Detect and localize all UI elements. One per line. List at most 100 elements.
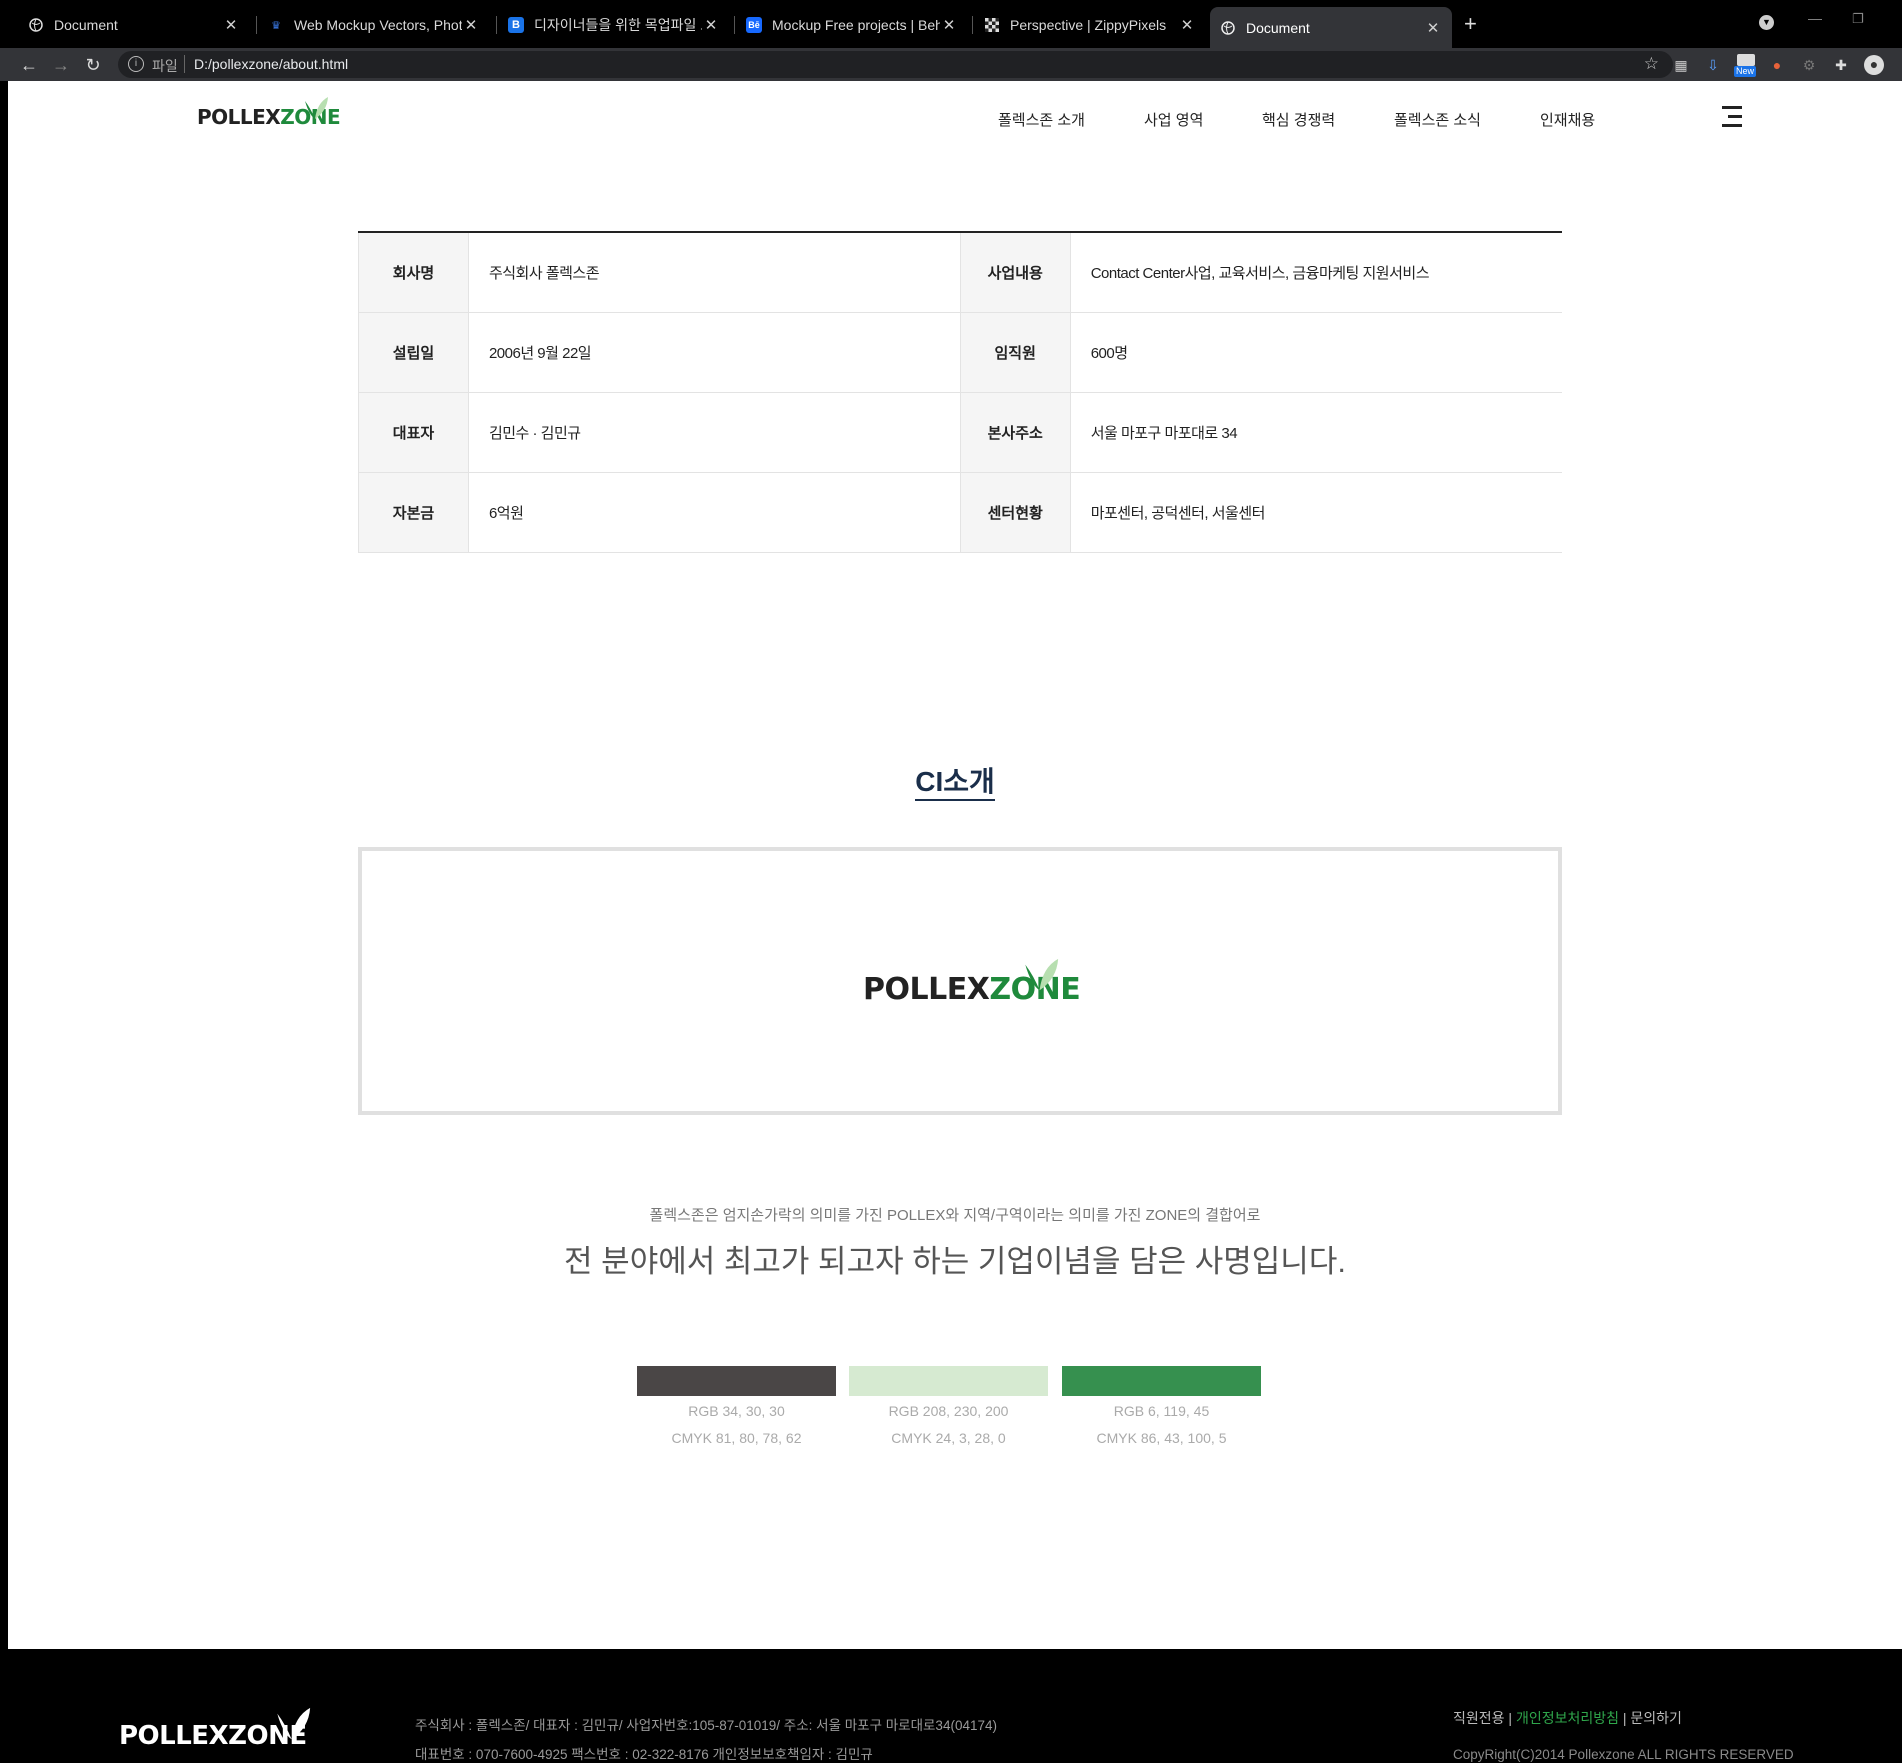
footer-link-privacy[interactable]: 개인정보처리방침 <box>1516 1710 1619 1726</box>
ci-title-text: CI소개 <box>915 766 995 801</box>
browser-tab[interactable]: Bē Mockup Free projects | Behance ✕ <box>736 8 968 42</box>
tab-close-icon[interactable]: ✕ <box>1178 16 1196 34</box>
ci-description-large: 전 분야에서 최고가 되고자 하는 기업이념을 담은 사명입니다. <box>564 1244 1346 1279</box>
info-label: 본사주소 <box>959 392 1071 473</box>
browser-tab-active[interactable]: Document ✕ <box>1210 7 1452 48</box>
info-value: Contact Center사업, 교육서비스, 금융마케팅 지원서비스 <box>1070 232 1562 313</box>
site-logo[interactable]: POLLEXZONE <box>197 97 341 129</box>
browser-tab[interactable]: B 디자이너들을 위한 목업파일 모음 ✕ <box>498 8 730 42</box>
tab-search-icon[interactable]: ▼ <box>1759 15 1774 30</box>
address-scheme: 파일 <box>152 58 178 74</box>
image-extension-icon[interactable]: ▦ <box>1672 56 1690 74</box>
orange-extension-icon[interactable]: ● <box>1768 56 1786 74</box>
color-rgb-label: RGB 6, 119, 45 <box>1113 1403 1210 1419</box>
info-value: 6억원 <box>468 472 961 553</box>
back-icon[interactable]: ← <box>18 54 40 76</box>
reload-icon[interactable]: ↻ <box>82 54 104 76</box>
tab-close-icon[interactable]: ✕ <box>222 16 240 34</box>
ci-description-small: 폴렉스존은 엄지손가락의 의미를 가진 POLLEX와 지역/구역이라는 의미를… <box>649 1207 1261 1224</box>
site-header: POLLEXZONE 폴렉스존 소개 사업 영역 핵심 경쟁력 폴렉스존 소식 … <box>8 81 1902 201</box>
tab-title: 디자이너들을 위한 목업파일 모음 <box>534 17 702 33</box>
address-bar[interactable]: i 파일 D:/pollexzone/about.html ☆ <box>118 51 1673 78</box>
info-label: 자본금 <box>358 472 469 553</box>
forward-icon[interactable]: → <box>50 54 72 76</box>
ci-logo: POLLEXZONE <box>863 958 1081 1007</box>
tab-close-icon[interactable]: ✕ <box>702 16 720 34</box>
footer-link-separator: | <box>1622 1710 1627 1726</box>
new-badge: New <box>1734 66 1757 77</box>
info-table-row: 설립일 2006년 9월 22일 임직원 600명 <box>358 312 1562 393</box>
new-extension-icon[interactable]: New <box>1734 54 1760 77</box>
footer-company-info: 주식회사 : 폴렉스존/ 대표자 : 김민규/ 사업자번호:105-87-010… <box>415 1718 997 1733</box>
footer-links: 직원전용 | 개인정보처리방침 | 문의하기 <box>1453 1708 1682 1728</box>
color-swatch-light-green <box>849 1366 1048 1396</box>
address-url[interactable]: D:/pollexzone/about.html <box>194 56 348 72</box>
info-label: 회사명 <box>358 232 469 313</box>
footer-link-contact[interactable]: 문의하기 <box>1630 1710 1682 1726</box>
bookmark-star-icon[interactable]: ☆ <box>1644 54 1659 74</box>
browser-tab[interactable]: Perspective | ZippyPixels ✕ <box>974 8 1206 42</box>
info-table-row: 자본금 6억원 센터현황 마포센터, 공덕센터, 서울센터 <box>358 472 1562 553</box>
tab-title: Document <box>1246 19 1310 36</box>
info-table-row: 회사명 주식회사 폴렉스존 사업내용 Contact Center사업, 교육서비스,… <box>358 232 1562 313</box>
color-swatch-green <box>1062 1366 1261 1396</box>
puzzle-extensions-icon[interactable]: ✚ <box>1832 56 1850 74</box>
download-extension-icon[interactable]: ⇩ <box>1704 56 1722 74</box>
color-cmyk-label: CMYK 24, 3, 28, 0 <box>891 1430 1006 1446</box>
logo-dark-text: POLLEX <box>863 972 990 1007</box>
info-label: 대표자 <box>358 392 469 473</box>
tab-divider <box>972 16 973 34</box>
nav-item-about[interactable]: 폴렉스존 소개 <box>998 109 1085 130</box>
info-label: 설립일 <box>358 312 469 393</box>
leaf-icon <box>1025 958 1059 991</box>
browser-toolbar: ← → ↻ i 파일 D:/pollexzone/about.html ☆ ▦ … <box>0 48 1902 81</box>
color-rgb-label: RGB 208, 230, 200 <box>888 1403 1009 1419</box>
footer-contact-info: 대표번호 : 070-7600-4925 팩스번호 : 02-322-8176 … <box>415 1747 873 1762</box>
hamburger-menu-icon[interactable] <box>1720 106 1742 128</box>
tab-title: Web Mockup Vectors, Photos a <box>294 17 462 33</box>
footer-link-staff[interactable]: 직원전용 <box>1453 1710 1505 1726</box>
new-tab-icon[interactable]: + <box>1464 11 1477 37</box>
behance-icon: Bē <box>746 17 762 33</box>
company-info-table: 회사명 주식회사 폴렉스존 사업내용 Contact Center사업, 교육서비스,… <box>358 231 1562 553</box>
leaf-icon <box>277 1707 311 1740</box>
ci-logo-box: POLLEXZONE <box>358 847 1562 1115</box>
tab-title: Perspective | ZippyPixels <box>1010 17 1167 33</box>
tab-close-icon[interactable]: ✕ <box>462 16 480 34</box>
info-label: 사업내용 <box>959 232 1071 313</box>
info-value: 600명 <box>1070 312 1562 393</box>
tab-title: Document <box>54 17 118 33</box>
nav-item-careers[interactable]: 인재채용 <box>1540 109 1595 130</box>
color-cmyk-label: CMYK 86, 43, 100, 5 <box>1096 1430 1227 1446</box>
footer-logo[interactable]: POLLEXZONE <box>119 1707 311 1751</box>
info-table-row: 대표자 김민수 · 김민규 본사주소 서울 마포구 마포대로 34 <box>358 392 1562 473</box>
info-value: 김민수 · 김민규 <box>468 392 961 473</box>
browser-tab[interactable]: ♛ Web Mockup Vectors, Photos a ✕ <box>258 8 490 42</box>
tab-divider <box>496 16 497 34</box>
nav-item-news[interactable]: 폴렉스존 소식 <box>1394 109 1481 130</box>
tab-divider <box>734 16 735 34</box>
info-value: 주식회사 폴렉스존 <box>468 232 961 313</box>
info-label: 센터현황 <box>959 472 1071 553</box>
site-footer: POLLEXZONE 주식회사 : 폴렉스존/ 대표자 : 김민규/ 사업자번호… <box>0 1649 1902 1762</box>
tab-title: Mockup Free projects | Behance <box>772 17 940 33</box>
footer-link-separator: | <box>1508 1710 1513 1726</box>
tab-close-icon[interactable]: ✕ <box>1424 19 1442 37</box>
tab-divider <box>256 16 257 34</box>
site-info-icon[interactable]: i <box>128 56 144 72</box>
info-value: 마포센터, 공덕센터, 서울센터 <box>1070 472 1562 553</box>
profile-icon[interactable]: ● <box>1864 55 1884 75</box>
tab-close-icon[interactable]: ✕ <box>940 16 958 34</box>
logo-dark-text: POLLEX <box>197 105 281 129</box>
settings-extension-icon[interactable]: ⚙ <box>1800 56 1818 74</box>
color-rgb-label: RGB 34, 30, 30 <box>688 1403 785 1419</box>
restore-icon[interactable]: ❐ <box>1852 11 1864 27</box>
color-swatch-dark <box>637 1366 836 1396</box>
browser-tab[interactable]: Document ✕ <box>18 8 250 42</box>
minimize-icon[interactable]: — <box>1808 10 1822 26</box>
leaf-icon <box>305 97 328 119</box>
globe-icon <box>28 17 44 33</box>
nav-item-competence[interactable]: 핵심 경쟁력 <box>1262 109 1335 130</box>
b-icon: B <box>508 17 524 33</box>
nav-item-business[interactable]: 사업 영역 <box>1144 109 1203 130</box>
